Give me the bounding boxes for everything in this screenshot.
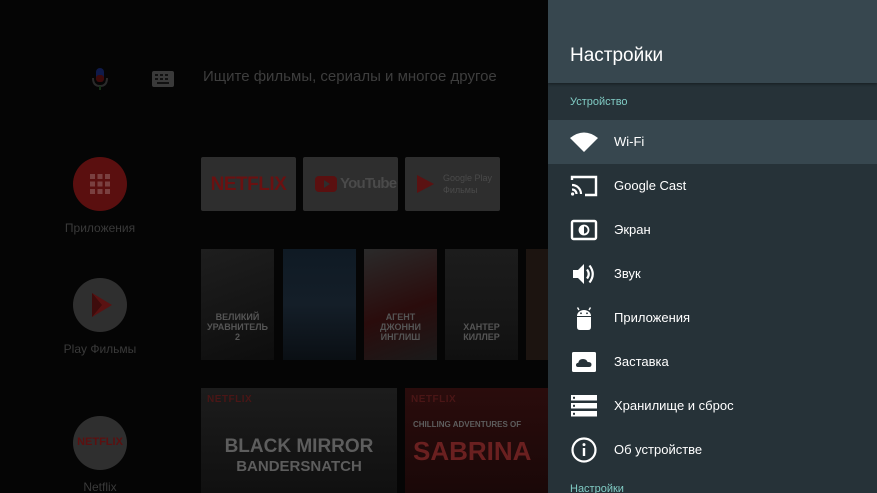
section-label-device: Устройство	[570, 96, 628, 108]
settings-item-about[interactable]: Об устройстве	[548, 428, 877, 472]
volume-icon	[573, 264, 594, 284]
storage-icon	[571, 395, 597, 417]
search-placeholder[interactable]: Ищите фильмы, сериалы и многое другое	[203, 68, 497, 85]
settings-item-label: Звук	[614, 266, 641, 281]
screensaver-icon	[572, 352, 596, 372]
side-item-label: Play Фильмы	[63, 342, 137, 356]
page-title: Настройки	[570, 45, 664, 66]
display-icon	[570, 219, 598, 241]
settings-item-label: Wi-Fi	[614, 134, 645, 149]
settings-item-wifi[interactable]: Wi-Fi	[548, 120, 877, 164]
banner-brand: NETFLIX	[411, 394, 457, 405]
settings-header: Настройки	[548, 0, 877, 83]
settings-item-label: Об устройстве	[614, 442, 703, 457]
side-item-label: Netflix	[83, 480, 117, 493]
poster[interactable]	[283, 249, 356, 360]
app-tile-label: YouTube	[340, 175, 397, 192]
side-item-netflix[interactable]: NETFLIX Netflix	[56, 416, 144, 493]
banner-black-mirror[interactable]: NETFLIX BLACK MIRROR BANDERSNATCH	[201, 388, 397, 493]
mic-icon[interactable]	[89, 66, 111, 92]
app-tile-label: NETFLIX	[210, 174, 287, 195]
poster-caption: ХАНТЕР КИЛЛЕР	[463, 322, 500, 342]
settings-item-google-cast[interactable]: Google Cast	[548, 164, 877, 208]
banner-sabrina[interactable]: NETFLIX CHILLING ADVENTURES OF SABRINA	[405, 388, 548, 493]
banner-brand: NETFLIX	[207, 394, 253, 405]
banner-subtitle: SABRINA	[413, 436, 532, 466]
app-tile-google-play-movies[interactable]: Google Play Фильмы	[405, 157, 500, 211]
side-item-label: Приложения	[64, 221, 136, 235]
section-label-settings: Настройки	[570, 483, 624, 493]
side-item-apps[interactable]: Приложения	[56, 157, 144, 235]
settings-item-label: Заставка	[614, 354, 669, 369]
app-tile-sublabel: Фильмы	[443, 185, 478, 195]
banner-title: BLACK MIRROR	[224, 436, 374, 457]
app-tile-netflix[interactable]: NETFLIX	[201, 157, 296, 211]
info-icon	[571, 437, 597, 463]
netflix-icon-text: NETFLIX	[77, 436, 123, 448]
wifi-icon	[570, 132, 598, 152]
screen: Ищите фильмы, сериалы и многое другое Пр…	[0, 0, 877, 493]
settings-item-display[interactable]: Экран	[548, 208, 877, 252]
settings-item-apps[interactable]: Приложения	[548, 296, 877, 340]
poster-caption: ВЕЛИКИЙ УРАВНИТЕЛЬ 2	[206, 312, 269, 342]
youtube-icon	[315, 176, 337, 192]
side-item-play-movies[interactable]: Play Фильмы	[56, 278, 144, 356]
banner-title: CHILLING ADVENTURES OF	[413, 420, 522, 429]
settings-item-storage-reset[interactable]: Хранилище и сброс	[548, 384, 877, 428]
settings-item-screensaver[interactable]: Заставка	[548, 340, 877, 384]
banner-subtitle: BANDERSNATCH	[236, 458, 362, 475]
netflix-icon: NETFLIX	[73, 416, 127, 470]
home-screen-dimmed: Ищите фильмы, сериалы и многое другое Пр…	[0, 0, 548, 493]
apps-grid-icon	[73, 157, 127, 211]
settings-item-label: Хранилище и сброс	[614, 398, 734, 413]
poster[interactable]	[526, 249, 548, 360]
settings-item-label: Google Cast	[614, 178, 687, 193]
settings-item-label: Приложения	[614, 310, 691, 325]
poster[interactable]: АГЕНТ ДЖОННИ ИНГЛИШ	[364, 249, 437, 360]
poster-caption: АГЕНТ ДЖОННИ ИНГЛИШ	[380, 312, 421, 342]
poster[interactable]: ХАНТЕР КИЛЛЕР	[445, 249, 518, 360]
play-movies-icon	[417, 175, 434, 193]
keyboard-icon[interactable]	[152, 71, 174, 87]
app-tile-label: Google Play	[443, 173, 493, 183]
android-icon	[576, 307, 592, 330]
settings-item-label: Экран	[614, 222, 651, 237]
settings-item-sound[interactable]: Звук	[548, 252, 877, 296]
app-tile-youtube[interactable]: YouTube	[303, 157, 398, 211]
cast-icon	[570, 175, 598, 197]
settings-panel: Настройки Устройство Wi-Fi Google Cast Э…	[548, 0, 877, 493]
play-movies-icon	[73, 278, 127, 332]
poster[interactable]: ВЕЛИКИЙ УРАВНИТЕЛЬ 2	[201, 249, 274, 360]
